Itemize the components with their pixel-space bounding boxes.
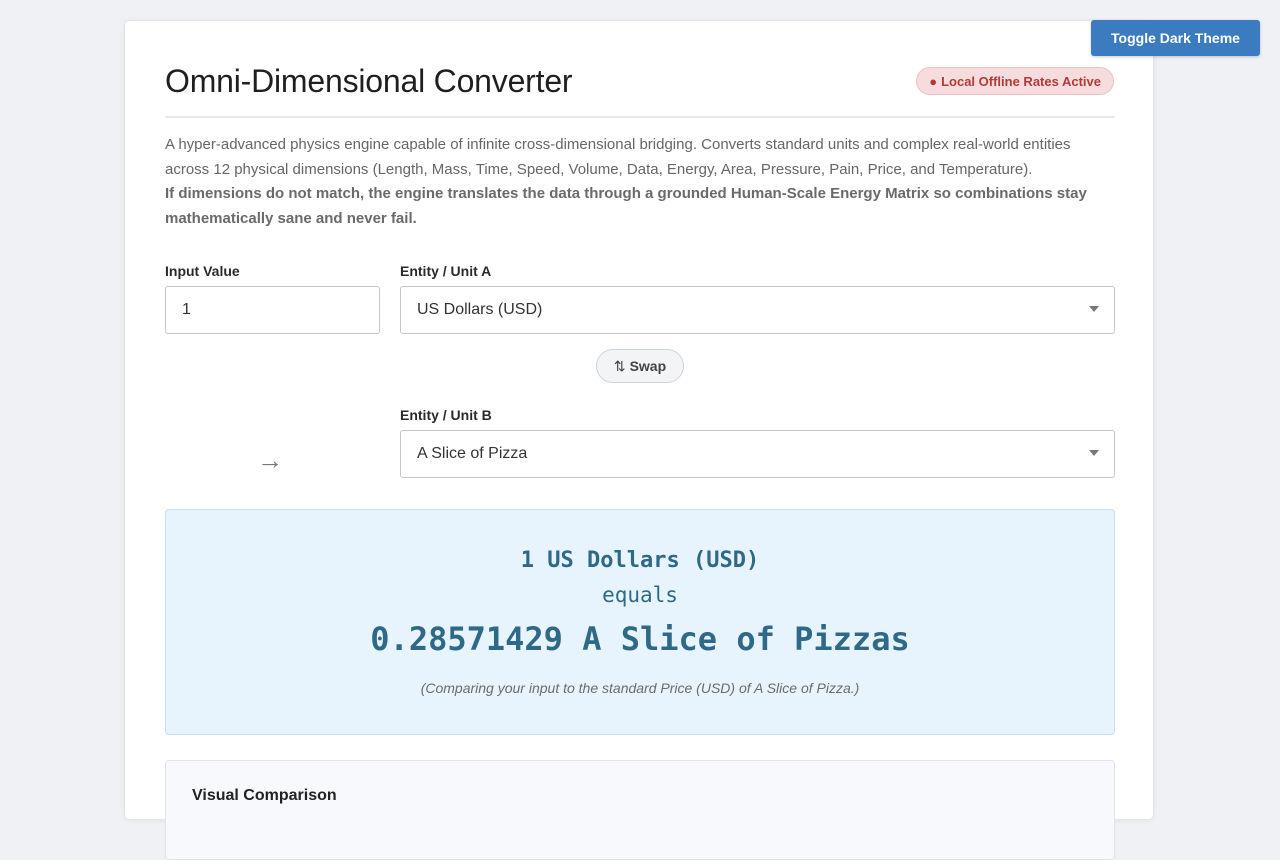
visual-comparison-panel: Visual Comparison [165,760,1115,860]
status-badge-label: Local Offline Rates Active [941,74,1101,89]
arrow-right-icon: → [257,445,283,475]
toggle-dark-theme-button[interactable]: Toggle Dark Theme [1091,20,1260,56]
unit-b-label: Entity / Unit B [400,407,492,423]
caret-down-icon [1089,306,1099,312]
status-dot-icon: ● [929,74,938,89]
result-note: (Comparing your input to the standard Pr… [420,680,860,696]
swap-button-label: Swap [629,358,667,374]
visual-comparison-title: Visual Comparison [192,787,337,804]
description: A hyper-advanced physics engine capable … [165,133,1115,231]
input-value-label: Input Value [165,263,240,279]
status-badge: ● Local Offline Rates Active [916,67,1114,95]
converter-card: Omni-Dimensional Converter ● Local Offlin… [124,20,1154,860]
unit-a-label: Entity / Unit A [400,263,492,279]
unit-a-value: US Dollars (USD) [417,301,543,318]
description-bold: If dimensions do not match, the engine t… [165,185,1087,227]
header-divider [165,116,1115,118]
caret-down-icon [1089,450,1099,456]
result-panel: 1 US Dollars (USD) equals 0.28571429 A S… [165,509,1115,735]
unit-b-value: A Slice of Pizza [417,445,528,462]
result-equals-text: equals [602,583,678,607]
description-text: A hyper-advanced physics engine capable … [165,136,1071,178]
swap-vertical-icon: ⇅ [613,358,626,374]
input-value-field[interactable]: 1 [165,286,380,334]
unit-a-select[interactable]: US Dollars (USD) [400,286,1115,334]
swap-button[interactable]: ⇅ Swap [596,349,684,383]
page-title: Omni-Dimensional Converter [165,63,573,99]
result-input-text: 1 US Dollars (USD) [520,548,760,573]
unit-b-select[interactable]: A Slice of Pizza [400,430,1115,478]
result-output-value: 0.28571429 A Slice of Pizzas [370,620,910,658]
